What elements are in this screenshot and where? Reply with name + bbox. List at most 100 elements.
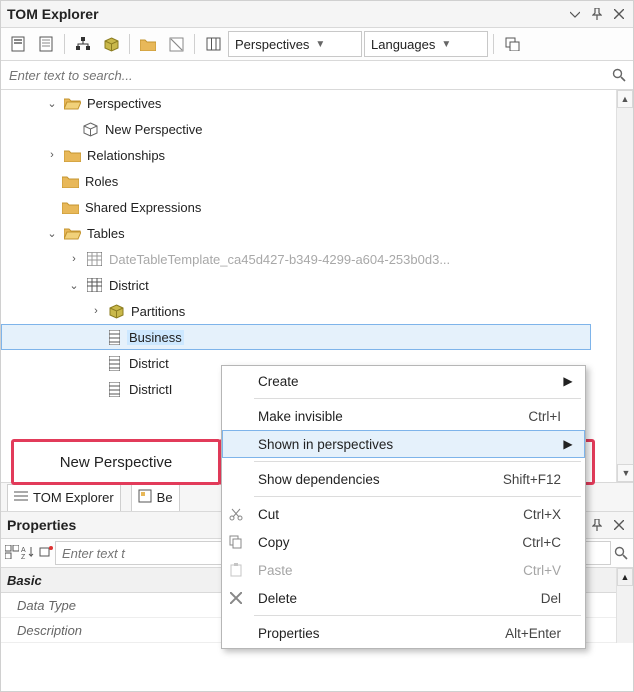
svg-text:Z: Z	[21, 554, 26, 559]
vertical-scrollbar[interactable]: ▲ ▼	[616, 90, 633, 482]
paste-icon	[222, 563, 250, 577]
hierarchy-icon[interactable]	[70, 31, 96, 57]
menu-create[interactable]: Create▶	[222, 367, 585, 395]
perspectives-combo[interactable]: Perspectives ▼	[228, 31, 362, 57]
scroll-down-icon[interactable]: ▼	[617, 464, 633, 482]
copy-icon	[222, 535, 250, 549]
combo-label: Perspectives	[235, 37, 309, 52]
menu-separator	[254, 461, 581, 462]
chevron-down-icon: ▼	[315, 39, 325, 50]
scroll-up-icon[interactable]: ▲	[617, 90, 633, 108]
menu-shown-in-perspectives[interactable]: Shown in perspectives▶	[222, 430, 585, 458]
close-icon[interactable]	[611, 6, 627, 22]
toolbar-btn-last[interactable]	[499, 31, 525, 57]
tree-label: New Perspective	[103, 122, 205, 137]
partition-icon	[107, 303, 125, 319]
search-bar	[1, 61, 633, 90]
separator	[493, 34, 494, 54]
search-icon[interactable]	[613, 545, 629, 561]
languages-combo[interactable]: Languages ▼	[364, 31, 488, 57]
expand-icon[interactable]: ›	[67, 253, 81, 265]
annotation-label: New Perspective	[60, 454, 173, 471]
toolbar-btn-1[interactable]	[5, 31, 31, 57]
submenu-arrow-icon: ▶	[561, 374, 575, 388]
tree-item-perspectives[interactable]: ⌄ Perspectives	[1, 90, 611, 116]
menu-show-dependencies[interactable]: Show dependenciesShift+F12	[222, 465, 585, 493]
cube-icon[interactable]	[98, 31, 124, 57]
menu-cut[interactable]: CutCtrl+X	[222, 500, 585, 528]
pin-icon[interactable]	[589, 6, 605, 22]
tab-icon	[138, 489, 152, 506]
filter-icon[interactable]	[163, 31, 189, 57]
tree-label: Perspectives	[85, 96, 163, 111]
tab-label: Be	[157, 490, 173, 505]
tree-item-tables[interactable]: ⌄ Tables	[1, 220, 611, 246]
tree-item-district[interactable]: ⌄ District	[1, 272, 611, 298]
collapse-icon[interactable]: ⌄	[45, 97, 59, 110]
tree-item-relationships[interactable]: › Relationships	[1, 142, 611, 168]
columns-icon[interactable]	[200, 31, 226, 57]
search-input[interactable]	[1, 62, 605, 88]
collapse-icon[interactable]: ⌄	[67, 279, 81, 292]
tree-label: Partitions	[129, 304, 187, 319]
pin-icon[interactable]	[589, 517, 605, 533]
property-icon[interactable]	[39, 545, 53, 562]
dropdown-position-icon[interactable]	[567, 6, 583, 22]
folder-icon	[61, 173, 79, 189]
collapse-icon[interactable]: ⌄	[45, 227, 59, 240]
expand-icon[interactable]: ›	[45, 149, 59, 161]
separator	[129, 34, 130, 54]
tab-tom-explorer[interactable]: TOM Explorer	[7, 484, 121, 511]
annotation-new-perspective: New Perspective	[11, 439, 221, 485]
close-icon[interactable]	[611, 517, 627, 533]
column-icon	[105, 381, 123, 397]
tree-label: Tables	[85, 226, 127, 241]
tree-label: Business	[127, 330, 184, 345]
tree-label: DateTableTemplate_ca45d427-b349-4299-a60…	[107, 252, 452, 267]
menu-separator	[254, 398, 581, 399]
menu-properties[interactable]: PropertiesAlt+Enter	[222, 619, 585, 647]
menu-paste: PasteCtrl+V	[222, 556, 585, 584]
folder-open-icon	[63, 225, 81, 241]
panel-header: TOM Explorer	[1, 1, 633, 28]
tree-label: Shared Expressions	[83, 200, 203, 215]
search-icon[interactable]	[605, 68, 633, 82]
tree-item-new-perspective[interactable]: New Perspective	[1, 116, 611, 142]
chevron-down-icon: ▼	[441, 39, 451, 50]
tree-item-partitions[interactable]: › Partitions	[1, 298, 611, 324]
tree-item-business[interactable]: Business	[1, 324, 591, 350]
tree-item-roles[interactable]: Roles	[1, 168, 611, 194]
submenu-arrow-icon: ▶	[561, 437, 575, 451]
panel-title: TOM Explorer	[7, 6, 561, 22]
tree-label: District	[127, 356, 171, 371]
column-icon	[105, 355, 123, 371]
column-icon	[105, 329, 123, 345]
tree-label: Relationships	[85, 148, 167, 163]
menu-make-invisible[interactable]: Make invisibleCtrl+I	[222, 402, 585, 430]
tree-label: DistrictI	[127, 382, 174, 397]
tab-label: TOM Explorer	[33, 490, 114, 505]
expand-icon[interactable]: ›	[89, 305, 103, 317]
tree-item-shared-expressions[interactable]: Shared Expressions	[1, 194, 611, 220]
categorize-icon[interactable]	[5, 545, 19, 562]
tree-label: District	[107, 278, 151, 293]
separator	[194, 34, 195, 54]
folder-icon[interactable]	[135, 31, 161, 57]
tab-be[interactable]: Be	[131, 484, 180, 511]
table-icon	[85, 277, 103, 293]
tree-item-date-template[interactable]: › DateTableTemplate_ca45d427-b349-4299-a…	[1, 246, 611, 272]
folder-icon	[63, 147, 81, 163]
tab-icon	[14, 490, 28, 505]
menu-delete[interactable]: DeleteDel	[222, 584, 585, 612]
menu-separator	[254, 615, 581, 616]
scroll-up-icon[interactable]: ▲	[617, 568, 633, 586]
perspective-icon	[81, 121, 99, 137]
tree-label: Roles	[83, 174, 120, 189]
folder-open-icon	[63, 95, 81, 111]
cut-icon	[222, 507, 250, 521]
menu-copy[interactable]: CopyCtrl+C	[222, 528, 585, 556]
sort-icon[interactable]: AZ	[21, 545, 35, 562]
svg-text:A: A	[21, 547, 26, 554]
toolbar-btn-2[interactable]	[33, 31, 59, 57]
separator	[64, 34, 65, 54]
